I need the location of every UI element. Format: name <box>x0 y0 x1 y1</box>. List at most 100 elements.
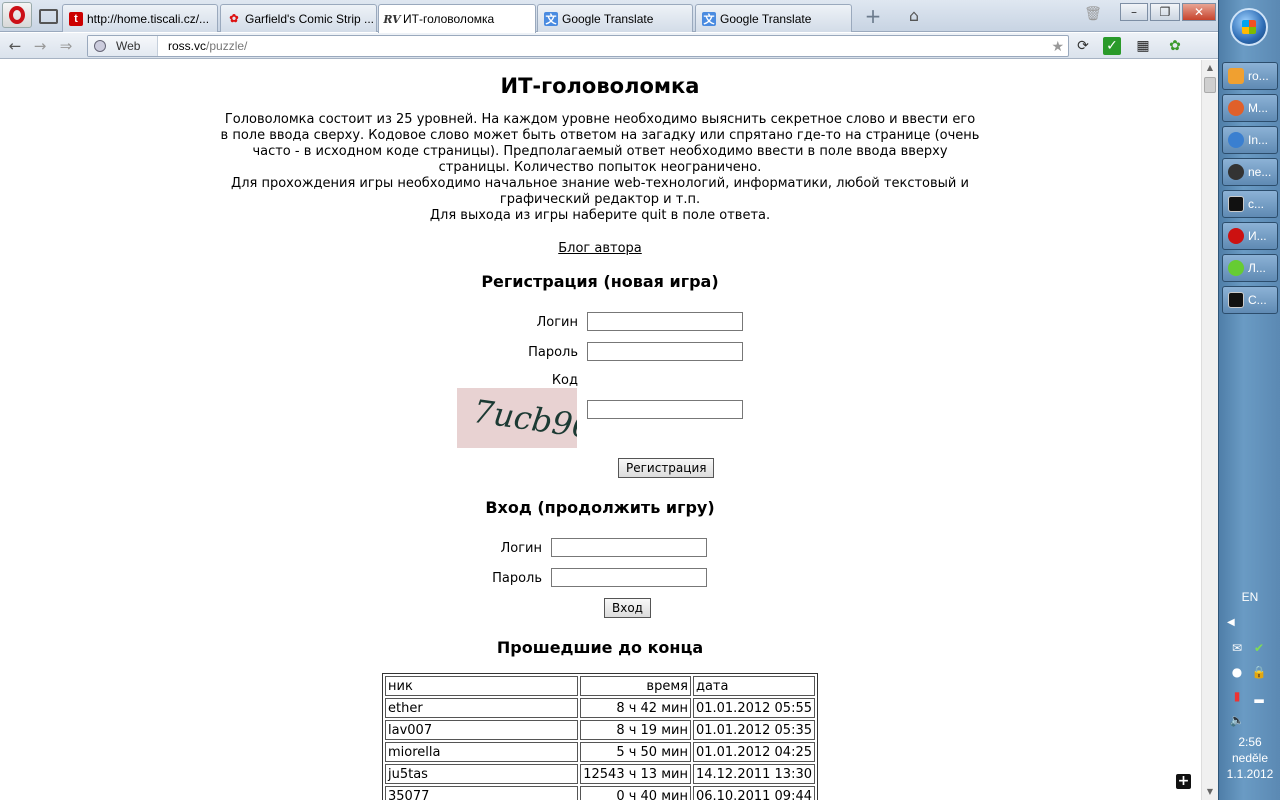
address-field[interactable]: Web ross.vc/puzzle/ ★ <box>87 35 1069 57</box>
paw-favicon-icon: ✿ <box>229 13 239 25</box>
qr-code-icon[interactable]: ▦ <box>1134 37 1152 55</box>
green-circle-icon <box>1228 260 1244 276</box>
internet-icon <box>1228 132 1244 148</box>
taskbar-item[interactable]: M... <box>1222 94 1278 122</box>
tab-google-translate-1[interactable]: 文 Google Translate <box>537 4 693 32</box>
taskbar-item[interactable]: ne... <box>1222 158 1278 186</box>
taskbar-item-label: In... <box>1248 133 1269 147</box>
trash-icon[interactable]: 🗑 <box>1084 6 1102 26</box>
url-text[interactable]: ross.vc/puzzle/ <box>168 36 247 56</box>
add-plus-icon[interactable]: + <box>1176 774 1191 789</box>
tab-title: http://home.tiscali.cz/... <box>87 11 210 26</box>
login-password-label: Пароль <box>492 571 542 586</box>
login-button[interactable]: Вход <box>604 598 651 618</box>
bookmark-star-icon[interactable]: ★ <box>1051 38 1064 55</box>
column-header-nick: ник <box>385 676 579 696</box>
register-password-label: Пароль <box>528 345 578 360</box>
cell-time: 8 ч 42 мин <box>580 698 691 718</box>
taskbar-item-label: И... <box>1248 229 1267 243</box>
register-login-label: Логин <box>536 315 578 330</box>
network-signal-icon[interactable]: ▂ <box>1251 688 1267 704</box>
minimize-button[interactable]: – <box>1120 3 1148 21</box>
extension-icon[interactable]: ✿ <box>1166 37 1184 55</box>
check-shield-icon[interactable]: ✔ <box>1251 640 1267 656</box>
column-header-date: дата <box>692 676 815 696</box>
taskbar-item[interactable]: И... <box>1222 222 1278 250</box>
register-code-label: Код <box>551 373 578 388</box>
cell-nick: ju5tas <box>385 764 579 784</box>
author-blog-link[interactable]: Блог автора <box>558 241 642 256</box>
login-password-input[interactable] <box>551 568 707 587</box>
restore-button[interactable]: ❐ <box>1150 3 1180 21</box>
cell-date: 14.12.2011 13:30 <box>692 764 815 784</box>
tab-tiscali[interactable]: t http://home.tiscali.cz/... <box>62 4 218 32</box>
register-button[interactable]: Регистрация <box>618 458 715 478</box>
scroll-down-arrow-icon[interactable]: ▼ <box>1202 784 1218 800</box>
clock-date: 1.1.2012 <box>1226 767 1274 781</box>
taskbar-item[interactable]: C... <box>1222 286 1278 314</box>
taskbar-item-label: ro... <box>1248 69 1269 83</box>
close-button[interactable]: ✕ <box>1182 3 1216 21</box>
cell-nick: ether <box>385 698 579 718</box>
console-icon <box>1228 196 1244 212</box>
tab-it-puzzle[interactable]: RV ИТ-головоломка <box>378 4 536 33</box>
volume-icon[interactable]: 🔈 <box>1229 712 1245 728</box>
vertical-scrollbar[interactable]: ▲ ▼ <box>1201 60 1218 800</box>
login-input[interactable] <box>551 538 707 557</box>
tray-expand-arrow-icon[interactable]: ◀ <box>1227 617 1235 628</box>
home-icon[interactable]: ⌂ <box>903 6 925 28</box>
system-clock[interactable]: 2:56 neděle 1.1.2012 <box>1219 734 1280 782</box>
start-button[interactable] <box>1230 8 1268 46</box>
cell-nick: lav007 <box>385 720 579 740</box>
register-login-input[interactable] <box>587 312 743 331</box>
tab-garfield[interactable]: ✿ Garfield's Comic Strip ... <box>220 4 377 32</box>
cell-time: 5 ч 50 мин <box>580 742 691 762</box>
intro-paragraph: Для выхода из игры наберите quit в поле … <box>429 208 771 223</box>
blog-link-container: Блог автора <box>0 241 1200 256</box>
disc-icon <box>1228 164 1244 180</box>
cell-date: 06.10.2011 09:44 <box>692 786 815 800</box>
checkmark-icon[interactable]: ✓ <box>1103 37 1121 55</box>
back-arrow-icon[interactable]: ← <box>5 36 25 56</box>
panel-toggle-icon[interactable] <box>36 4 58 26</box>
language-indicator[interactable]: EN <box>1219 590 1280 604</box>
opera-menu-button[interactable] <box>2 2 32 28</box>
tab-title: Google Translate <box>562 11 654 26</box>
table-row: ether 8 ч 42 мин 01.01.2012 05:55 <box>385 698 815 718</box>
tab-title: ИТ-головоломка <box>403 12 495 26</box>
mail-icon[interactable]: ✉ <box>1229 640 1245 656</box>
battery-icon[interactable]: ▮ <box>1229 688 1245 704</box>
table-header-row: ник время дата <box>385 676 815 696</box>
security-label: Web <box>116 39 141 53</box>
chat-icon[interactable]: ● <box>1229 664 1245 680</box>
security-badge[interactable]: Web <box>88 36 158 56</box>
address-toolbar: ← → ⇒ Web ross.vc/puzzle/ ★ ⟳ ✓ ▦ ✿ <box>0 33 1218 59</box>
captcha-image: 7ucb96 <box>457 388 577 448</box>
register-password-input[interactable] <box>587 342 743 361</box>
forward-arrow-icon[interactable]: → <box>30 36 50 56</box>
taskbar-item[interactable]: Л... <box>1222 254 1278 282</box>
intro-text: Головоломка состоит из 25 уровней. На ка… <box>220 112 980 224</box>
fast-forward-icon[interactable]: ⇒ <box>56 36 76 56</box>
new-tab-plus-icon[interactable]: + <box>862 6 884 28</box>
opera-logo-icon <box>9 6 25 24</box>
google-translate-favicon-icon: 文 <box>544 11 558 26</box>
taskbar-item[interactable]: ro... <box>1222 62 1278 90</box>
scroll-up-arrow-icon[interactable]: ▲ <box>1202 60 1218 76</box>
windows-taskbar: ro... M... In... ne... c... И... Л... C.… <box>1218 0 1280 800</box>
app-icon <box>1228 68 1244 84</box>
finished-heading: Прошедшие до конца <box>496 638 704 657</box>
tab-google-translate-2[interactable]: 文 Google Translate <box>695 4 852 32</box>
scroll-thumb[interactable] <box>1204 77 1216 93</box>
taskbar-item-label: C... <box>1248 293 1267 307</box>
reload-icon[interactable]: ⟳ <box>1074 37 1092 55</box>
table-row: lav007 8 ч 19 мин 01.01.2012 05:35 <box>385 720 815 740</box>
taskbar-item[interactable]: In... <box>1222 126 1278 154</box>
taskbar-item[interactable]: c... <box>1222 190 1278 218</box>
url-host: ross.vc <box>168 39 207 53</box>
table-row: miorella 5 ч 50 мин 01.01.2012 04:25 <box>385 742 815 762</box>
console-icon <box>1228 292 1244 308</box>
lock-icon[interactable]: 🔒 <box>1251 664 1267 680</box>
captcha-code-input[interactable] <box>587 400 743 419</box>
tab-title: Garfield's Comic Strip ... <box>245 11 374 26</box>
